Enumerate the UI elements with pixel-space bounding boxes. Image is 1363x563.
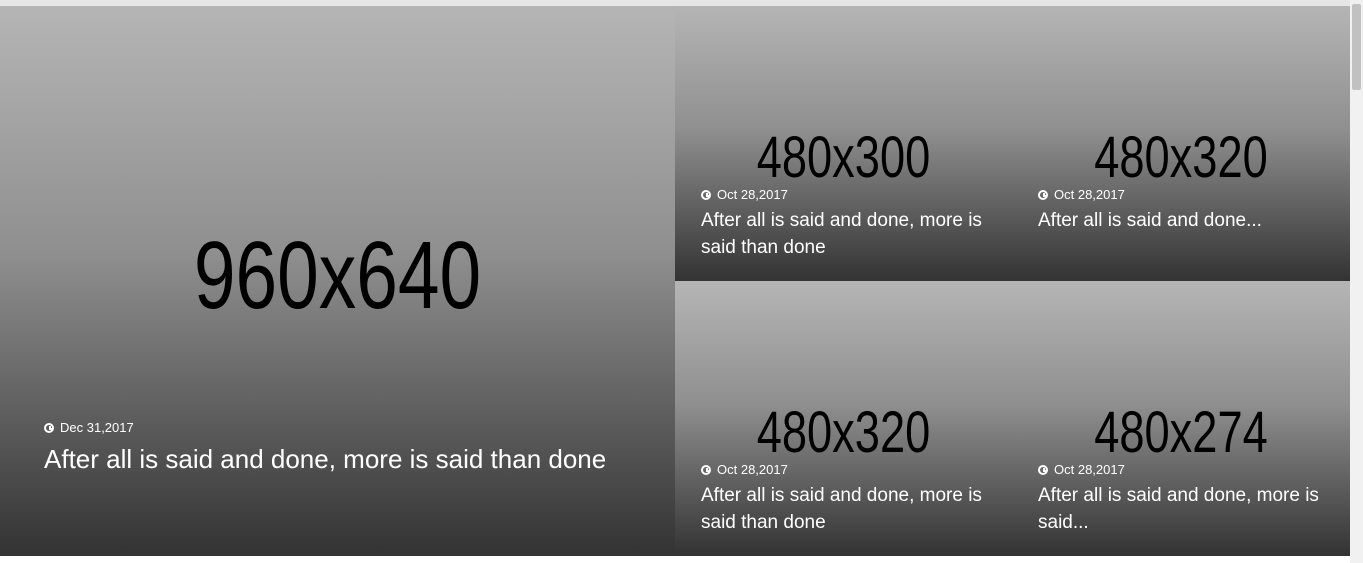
image-placeholder: 480x300: [756, 125, 931, 190]
clock-icon: [701, 464, 711, 475]
image-placeholder: 480x320: [1094, 125, 1268, 190]
post-title-link[interactable]: After all is said and done, more is said…: [701, 482, 1012, 536]
post-meta: Oct 28,2017: [701, 187, 788, 202]
scrollbar-thumb[interactable]: [1352, 4, 1361, 90]
post-date: Dec 31,2017: [60, 420, 134, 435]
post-meta: Oct 28,2017: [1038, 187, 1125, 202]
post-title-link[interactable]: After all is said and done, more is said…: [44, 443, 675, 475]
bottom-strip: [0, 556, 1350, 563]
featured-post-card[interactable]: 480x300 Oct 28,2017 After all is said an…: [675, 6, 1012, 281]
featured-post-card-large[interactable]: 960x640 Dec 31,2017 After all is said an…: [0, 6, 675, 556]
image-placeholder: 480x274: [1094, 400, 1268, 465]
post-date: Oct 28,2017: [717, 187, 788, 202]
post-title-link[interactable]: After all is said and done, more is said…: [1038, 482, 1350, 536]
post-date: Oct 28,2017: [1054, 187, 1125, 202]
clock-icon: [44, 422, 54, 433]
clock-icon: [701, 189, 711, 200]
featured-post-grid: 960x640 Dec 31,2017 After all is said an…: [0, 6, 1350, 556]
image-placeholder: 480x320: [756, 400, 931, 465]
image-placeholder: 960x640: [193, 222, 482, 329]
post-title-link[interactable]: After all is said and done, more is said…: [701, 207, 1012, 261]
post-meta: Dec 31,2017: [44, 420, 134, 435]
featured-post-card[interactable]: 480x320 Oct 28,2017 After all is said an…: [675, 281, 1012, 556]
post-meta: Oct 28,2017: [1038, 462, 1125, 477]
post-date: Oct 28,2017: [717, 462, 788, 477]
featured-post-card[interactable]: 480x320 Oct 28,2017 After all is said an…: [1012, 6, 1350, 281]
clock-icon: [1038, 464, 1048, 475]
post-meta: Oct 28,2017: [701, 462, 788, 477]
clock-icon: [1038, 189, 1048, 200]
post-date: Oct 28,2017: [1054, 462, 1125, 477]
post-title-link[interactable]: After all is said and done...: [1038, 207, 1350, 234]
featured-post-card[interactable]: 480x274 Oct 28,2017 After all is said an…: [1012, 281, 1350, 556]
